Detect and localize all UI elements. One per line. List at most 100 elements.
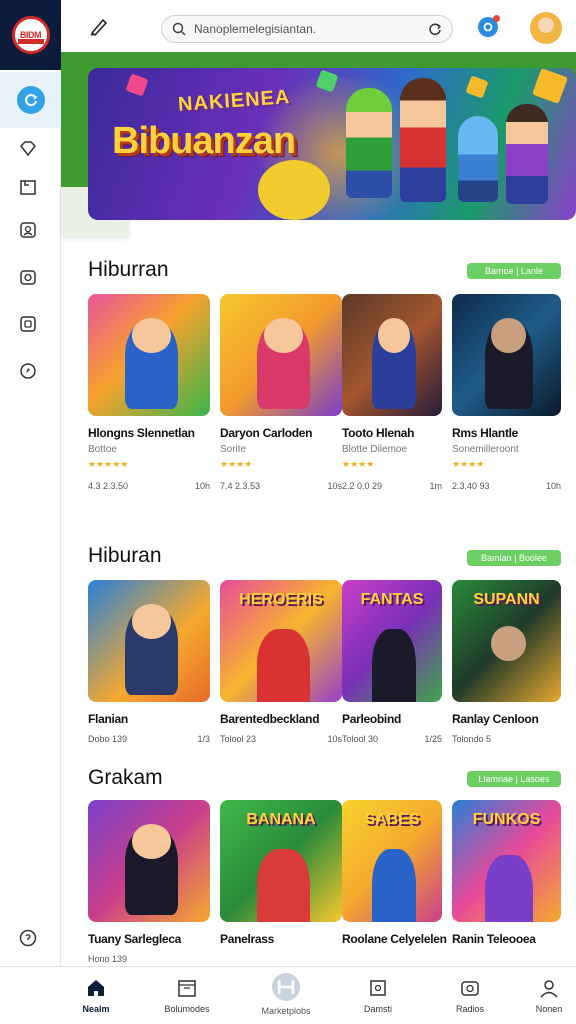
rating-stars: ★★★★ [220,459,253,469]
hero-banner[interactable]: NAKIENEA Bibuanzan [88,68,576,220]
game-meta: 2.2 0.0 29 1m [342,481,442,491]
game-thumbnail [342,294,442,416]
game-card[interactable]: Tooto Hlenah Blotte Dilemoe ★★★★ 2.2 0.0… [342,294,442,491]
game-size: 1m [429,481,442,491]
sidebar-item-favorites[interactable] [18,139,38,159]
app-logo: BIDM [11,16,50,54]
nav-label: Bolumodes [164,1004,210,1014]
nav-item-square[interactable]: Damsti [338,977,418,1014]
banner-cube [465,75,489,99]
game-card[interactable]: FANTAS Parleobind Tolool 30 1/25 [342,580,442,744]
sidebar-item-help[interactable] [18,928,38,948]
game-title: Barentedbeckland [220,712,320,726]
nav-item-marketplace[interactable]: Marketplobs [246,973,326,1016]
camera-icon [20,270,36,285]
person-icon [20,222,36,238]
game-title: Rms Hlantle [452,426,519,440]
sidebar-item-messages[interactable] [18,314,38,334]
nav-item-calendar[interactable]: Bolumodes [147,977,227,1014]
refresh-icon[interactable] [428,22,442,36]
sidebar: BIDM [0,0,61,966]
thumbnail-logo: FANTAS [360,591,424,608]
thumbnail-logo: BANANA [246,811,316,828]
section-title: Grakam [88,766,163,789]
game-meta: Hono 139 [88,954,210,964]
game-size: 1/3 [197,734,210,744]
nav-label: Radios [455,1004,484,1014]
see-all-button[interactable]: Bamlan | Boolee [467,550,561,566]
see-all-button[interactable]: Llamnae | Lasoes [467,771,561,787]
nav-item-home[interactable]: Nealm [56,977,136,1014]
game-card[interactable]: Rms Hlantle Sonemilleroont ★★★★ 2.3.40 9… [452,294,561,491]
game-meta: Tolool 30 1/25 [342,734,442,744]
game-meta: 2.3.40 93 10h [452,481,561,491]
logo-container[interactable]: BIDM [0,0,61,70]
game-card[interactable]: Tuany Sarlegleca Hono 139 [88,800,210,964]
search-bar[interactable]: Nanoplemelegisiantan. [161,15,453,43]
game-stats: Tolool 23 [220,734,257,744]
nav-label: Nonen [535,1004,563,1014]
game-card[interactable]: SABES Roolane Celyelelen [342,800,447,946]
game-stats: 4.3 2.3.50 [88,481,129,491]
banner-cube [532,68,568,104]
game-meta: 7.4 2.3.53 10s [220,481,342,491]
top-bar: Nanoplemelegisiantan. [61,0,576,52]
sidebar-item-friends[interactable] [18,220,38,240]
game-stats: Dobo 139 [88,734,128,744]
thumbnail-figure [372,628,416,702]
folder-icon [20,180,36,195]
nav-item-profile[interactable]: Nonen [509,977,576,1014]
game-thumbnail: FANTAS [342,580,442,702]
game-title: Ranin Teleooea [452,932,536,946]
game-card[interactable]: HEROERIS Barentedbeckland Tolool 23 10s [220,580,342,744]
game-size: 1/25 [424,734,442,744]
game-card[interactable]: SUPANN Ranlay Cenloon Tolondo 5 [452,580,561,744]
sidebar-item-camera[interactable] [18,267,38,287]
game-card[interactable]: BANANA Panelrass [220,800,342,946]
sidebar-item-library[interactable] [18,177,38,197]
app-root: BIDM Nanoplemelegisiantan. NAKIENEA Bibu… [0,0,576,1024]
game-title: Flanian [88,712,128,726]
nav-label: Marketplobs [261,1006,311,1016]
game-stats: 2.3.40 93 [452,481,490,491]
game-size: 10h [194,481,210,491]
game-thumbnail: HEROERIS [220,580,342,702]
pen-icon[interactable] [88,15,110,37]
game-card[interactable]: Daryon Carloden Sorite ★★★★ 7.4 2.3.53 1… [220,294,342,491]
sidebar-item-settings[interactable] [18,361,38,381]
rating-stars: ★★★★ [342,459,375,469]
banner-character-blue [458,116,498,202]
avatar[interactable] [530,12,562,44]
game-meta: 4.3 2.3.50 10h [88,481,210,491]
see-all-button[interactable]: Bamoe | Lanle [467,263,561,279]
game-card[interactable]: Flanian Dobo 139 1/3 [88,580,210,744]
game-title: Panelrass [220,932,275,946]
game-thumbnail: BANANA [220,800,342,922]
calendar-icon [178,980,196,997]
game-stats: 7.4 2.3.53 [220,481,261,491]
notification-icon[interactable] [478,15,500,37]
nav-item-radio[interactable]: Radios [430,977,510,1014]
game-stats: Hono 139 [88,954,128,964]
section-title: Hiburan [88,544,162,567]
rating-stars: ★★★★ [452,459,485,469]
game-meta: Dobo 139 1/3 [88,734,210,744]
game-title: Tooto Hlenah [342,426,415,440]
message-icon [20,316,36,332]
thumbnail-logo: SUPANN [473,591,540,608]
thumbnail-figure [372,848,416,922]
radio-icon [461,981,479,996]
thumbnail-head [131,318,171,353]
rating-stars: ★★★★★ [88,459,129,469]
sidebar-item-home[interactable] [0,72,61,128]
refresh-circle-icon [16,86,45,114]
game-card[interactable]: Hlongns Slennetlan Bottoe ★★★★★ 4.3 2.3.… [88,294,210,491]
game-size: 10s [327,481,342,491]
banner-character-yellow [258,160,330,220]
game-stats: Tolondo 5 [452,734,492,744]
thumbnail-logo: FUNKOS [472,811,541,828]
search-icon [172,22,186,36]
game-card[interactable]: FUNKOS Ranin Teleooea [452,800,561,946]
search-input[interactable]: Nanoplemelegisiantan. [194,22,428,36]
game-meta: Tolool 23 10s [220,734,342,744]
